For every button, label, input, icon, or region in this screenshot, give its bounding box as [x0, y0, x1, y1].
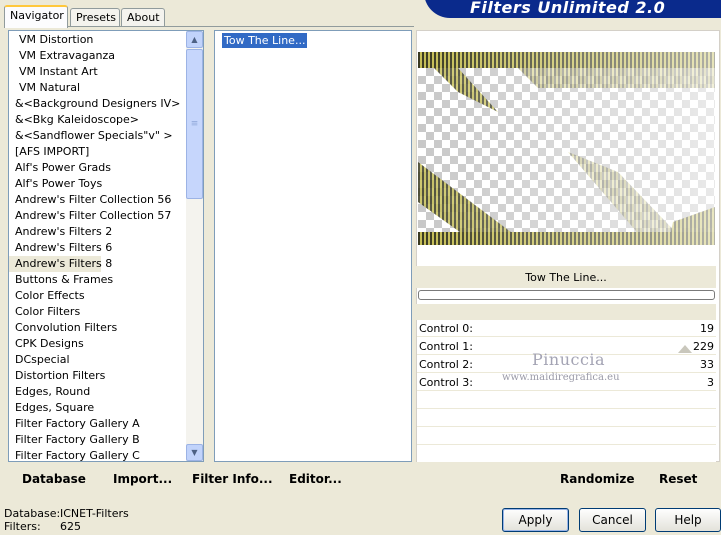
category-items: VM Distortion VM Extravaganza VM Instant A… — [9, 31, 203, 461]
filters-count: 625 — [60, 520, 81, 533]
category-item[interactable]: &<Background Designers IV> — [9, 96, 203, 112]
filter-item-selected[interactable]: Tow The Line... — [222, 33, 308, 48]
database-value: ICNET-Filters — [60, 507, 129, 520]
control-slider-empty — [417, 446, 716, 463]
category-item[interactable]: Edges, Square — [9, 400, 203, 416]
category-item[interactable]: Filter Factory Gallery A — [9, 416, 203, 432]
progress-bar — [418, 290, 715, 300]
category-list[interactable]: VM Distortion VM Extravaganza VM Instant A… — [8, 30, 204, 462]
filter-list[interactable]: Tow The Line... — [214, 30, 412, 462]
category-item[interactable]: VM Extravaganza — [9, 48, 203, 64]
control-value: 33 — [700, 358, 714, 371]
right-toolbar: Randomize Reset — [416, 464, 720, 492]
category-item[interactable]: VM Distortion — [9, 32, 203, 48]
tab-presets[interactable]: Presets — [70, 8, 120, 27]
control-slider-empty — [417, 410, 716, 427]
editor-button[interactable]: Editor... — [289, 472, 342, 486]
randomize-button[interactable]: Randomize — [560, 472, 634, 486]
tab-label: About — [127, 11, 160, 24]
chevron-up-icon: ▲ — [191, 35, 198, 44]
category-item[interactable]: Buttons & Frames — [9, 272, 203, 288]
category-item[interactable]: &<Bkg Kaleidoscope> — [9, 112, 203, 128]
banner-title: Filters Unlimited 2.0 — [470, 0, 666, 17]
preview-graphic — [418, 52, 715, 245]
slider-marker-icon — [678, 345, 692, 353]
controls-header — [416, 304, 716, 320]
category-item[interactable]: Convolution Filters — [9, 320, 203, 336]
left-toolbar: Database Import... Filter Info... Editor… — [8, 464, 412, 492]
category-item[interactable]: Alf's Power Grads — [9, 160, 203, 176]
grip-icon: ≡ — [190, 119, 199, 129]
control-value: 3 — [707, 376, 714, 389]
category-item[interactable]: DCspecial — [9, 352, 203, 368]
reset-button[interactable]: Reset — [659, 472, 697, 486]
scroll-thumb[interactable]: ≡ — [186, 49, 203, 199]
control-label: Control 1: — [419, 340, 473, 353]
scroll-up-button[interactable]: ▲ — [186, 31, 203, 48]
control-slider-empty — [417, 392, 716, 409]
category-item[interactable]: Filter Factory Gallery B — [9, 432, 203, 448]
category-item[interactable]: Andrew's Filters 6 — [9, 240, 203, 256]
control-label: Control 2: — [419, 358, 473, 371]
tab-navigator[interactable]: Navigator — [4, 5, 68, 28]
category-item[interactable]: VM Natural — [9, 80, 203, 96]
chevron-down-icon: ▼ — [191, 448, 198, 457]
control-slider-empty — [417, 428, 716, 445]
tab-about[interactable]: About — [121, 8, 165, 27]
preview-image — [418, 52, 715, 245]
tab-label: Navigator — [10, 9, 64, 22]
category-item-selected[interactable]: Andrew's Filters 8 — [9, 256, 112, 272]
apply-button[interactable]: Apply — [502, 508, 569, 532]
watermark-name: Pinuccia — [532, 350, 606, 369]
category-item[interactable]: Andrew's Filters 2 — [9, 224, 203, 240]
category-item[interactable]: Color Effects — [9, 288, 203, 304]
scroll-down-button[interactable]: ▼ — [186, 444, 203, 461]
category-item[interactable]: VM Instant Art — [9, 64, 203, 80]
category-item[interactable]: Alf's Power Toys — [9, 176, 203, 192]
control-label: Control 0: — [419, 322, 473, 335]
status-area: Database: ICNET-Filters Filters: 625 — [4, 507, 129, 533]
cancel-button[interactable]: Cancel — [579, 508, 646, 532]
category-item[interactable]: Filter Factory Gallery C — [9, 448, 203, 461]
category-item[interactable]: CPK Designs — [9, 336, 203, 352]
category-item[interactable]: Andrew's Filter Collection 56 — [9, 192, 203, 208]
help-button[interactable]: Help — [655, 508, 721, 532]
filter-info-button[interactable]: Filter Info... — [192, 472, 273, 486]
category-item[interactable]: Edges, Round — [9, 384, 203, 400]
database-button[interactable]: Database — [22, 472, 86, 486]
control-label: Control 3: — [419, 376, 473, 389]
tab-label: Presets — [76, 11, 117, 24]
control-value: 19 — [700, 322, 714, 335]
category-item[interactable]: Color Filters — [9, 304, 203, 320]
category-item[interactable]: Andrew's Filter Collection 57 — [9, 208, 203, 224]
watermark-url: www.maidiregrafica.eu — [502, 372, 620, 383]
filters-label: Filters: — [4, 520, 41, 533]
filter-name-label: Tow The Line... — [416, 266, 716, 288]
database-label: Database: — [4, 507, 61, 520]
category-scrollbar[interactable]: ▲ ≡ ▼ — [186, 31, 203, 461]
control-value: 229 — [693, 340, 714, 353]
category-item[interactable]: &<Sandflower Specials"v" > — [9, 128, 203, 144]
control-slider-0[interactable]: Control 0: 19 — [417, 320, 716, 337]
category-item[interactable]: [AFS IMPORT] — [9, 144, 203, 160]
category-item[interactable]: Distortion Filters — [9, 368, 203, 384]
import-button[interactable]: Import... — [113, 472, 172, 486]
